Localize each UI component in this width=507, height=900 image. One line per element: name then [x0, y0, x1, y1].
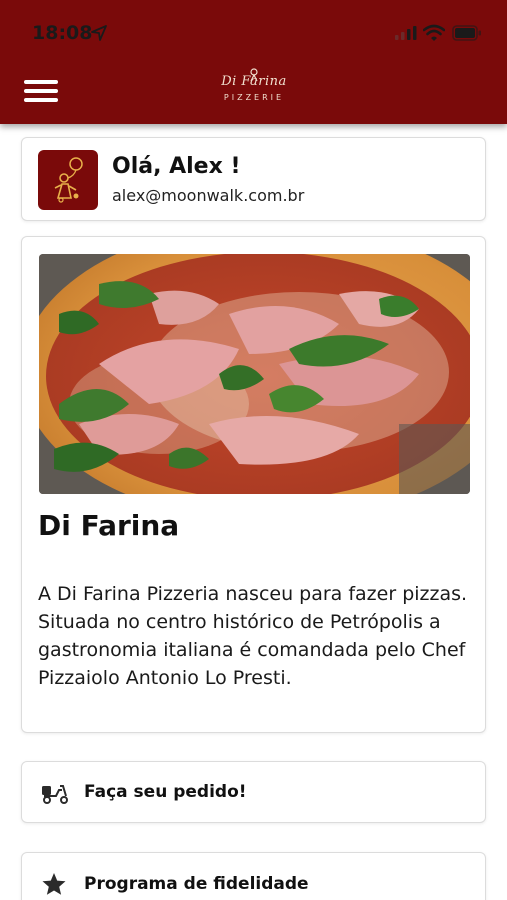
about-description: A Di Farina Pizzeria nasceu para fazer p…: [38, 583, 468, 689]
about-title: Di Farina: [38, 509, 180, 542]
logo-text: Di Farina: [221, 74, 287, 89]
pizzeria-logo-icon: [54, 157, 83, 203]
loyalty-label: Programa de fidelidade: [84, 874, 309, 894]
wifi-icon: [423, 24, 445, 41]
location-arrow-icon: [91, 25, 107, 41]
logo-subtext: PIZZERIE: [223, 93, 285, 102]
hamburger-menu-icon[interactable]: [24, 78, 60, 104]
status-bar: 18:08: [0, 0, 507, 64]
pizza-image: [39, 254, 470, 494]
cellular-signal-icon: [395, 26, 417, 40]
status-time: 18:08: [32, 22, 93, 44]
pizza-photo: [39, 254, 470, 494]
star-icon: [42, 873, 66, 895]
order-button[interactable]: Faça seu pedido!: [21, 761, 486, 823]
about-card: Di Farina A Di Farina Pizzeria nasceu pa…: [21, 236, 486, 733]
app-header: 18:08 Di Farina PIZZERIE: [0, 0, 507, 124]
battery-icon: [452, 25, 481, 41]
loyalty-program-button[interactable]: Programa de fidelidade: [21, 852, 486, 900]
brand-logo: Di Farina PIZZERIE: [213, 68, 295, 112]
user-greeting: Olá, Alex !: [112, 154, 241, 179]
avatar: [38, 150, 98, 210]
user-email: alex@moonwalk.com.br: [112, 186, 305, 205]
order-label: Faça seu pedido!: [84, 782, 247, 802]
user-card: Olá, Alex ! alex@moonwalk.com.br: [21, 137, 486, 221]
delivery-scooter-icon: [42, 785, 68, 804]
